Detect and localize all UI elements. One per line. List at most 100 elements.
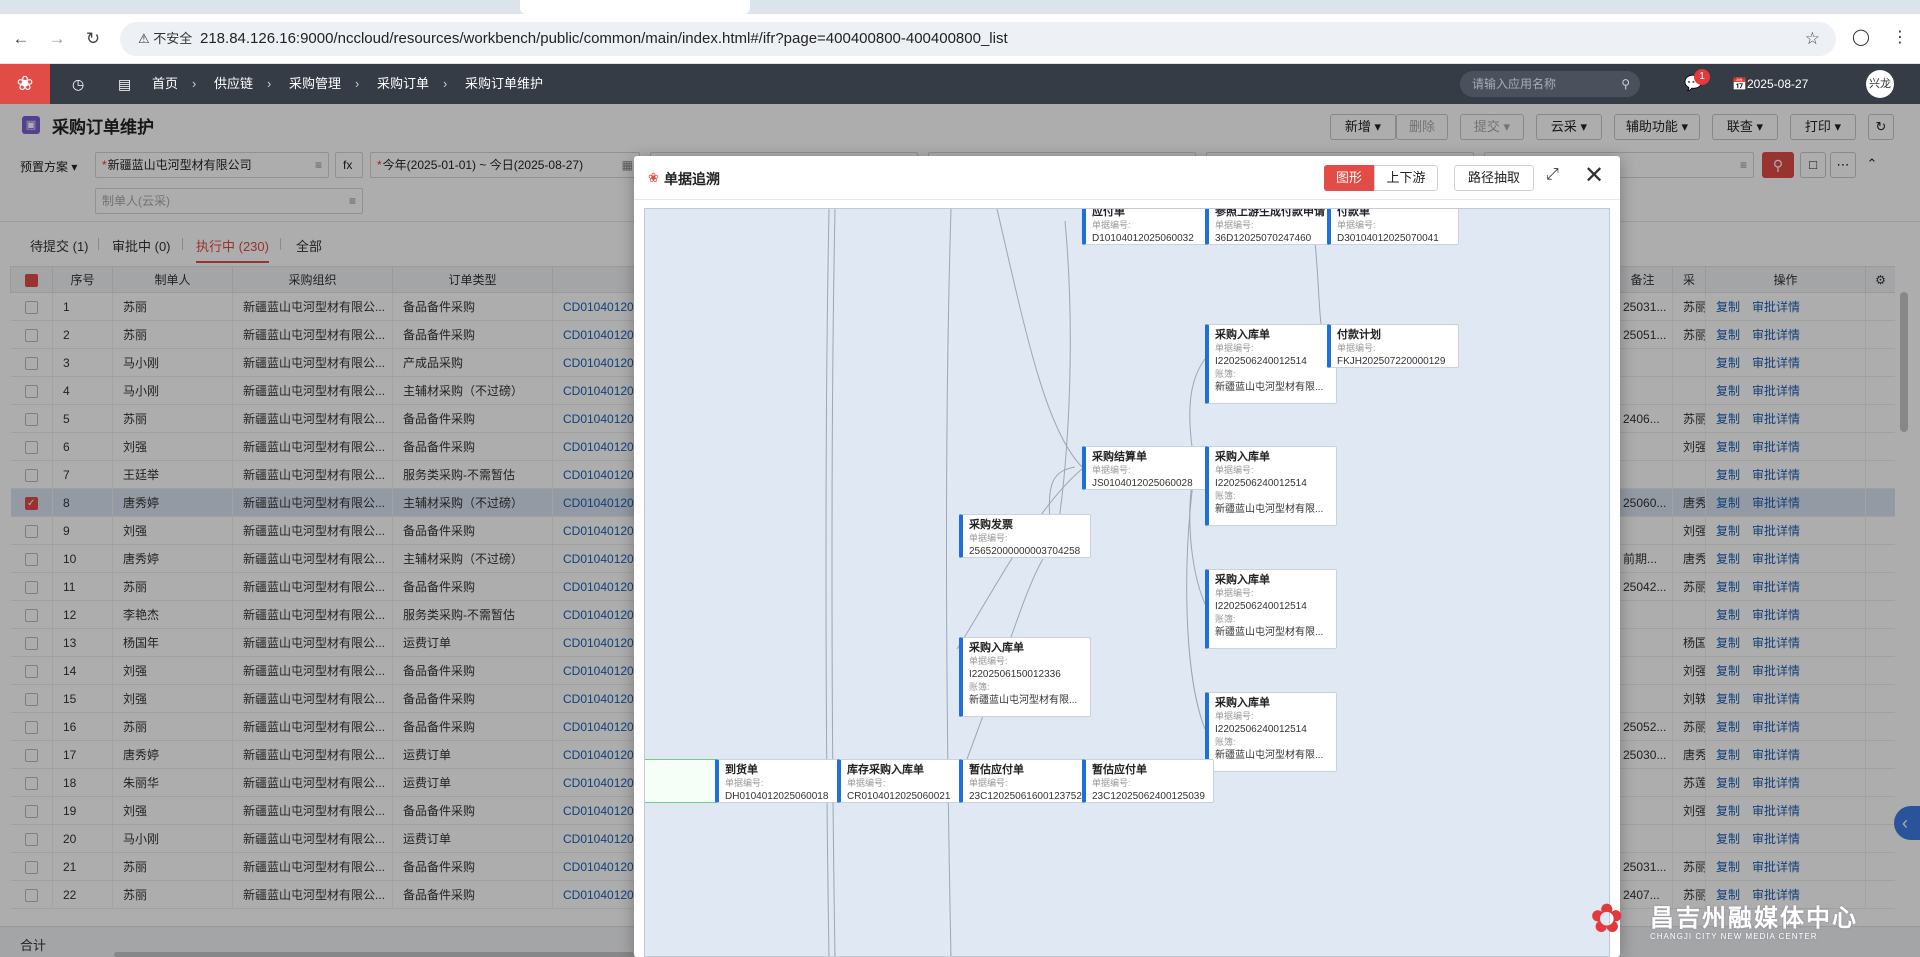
browser-tab[interactable] [40, 0, 270, 14]
app-search-input[interactable]: 请输入应用名称 ⚲ [1460, 71, 1640, 97]
trace-node-title: 付款单 [1337, 208, 1370, 218]
trace-node-code-label: 单据编号: [1337, 343, 1376, 353]
reload-icon[interactable]: ↻ [80, 26, 106, 52]
trace-node-code: 25652000000003704258 [969, 546, 1081, 557]
trace-node[interactable]: 付款单单据编号: D30104012025070041 [1327, 208, 1459, 245]
trace-node-code-label: 单据编号: [969, 778, 1008, 788]
trace-node-title: 暂估应付单 [1092, 764, 1147, 776]
trace-edge [996, 209, 1083, 468]
trace-node-code: JS0104012025060028 [1092, 478, 1193, 489]
trace-node-book-label: 账簿: [1215, 369, 1236, 379]
trace-node-code-label: 单据编号: [1215, 465, 1254, 475]
trace-node[interactable]: 采购发票单据编号: 25652000000003704258 [959, 514, 1091, 558]
trace-node-title: 采购入库单 [1215, 451, 1270, 463]
trace-node[interactable]: 采购入库单 单据编号: I2202506240012514 账簿: 新疆蓝山屯河型材有限… [1205, 446, 1337, 526]
trace-node[interactable]: 采购入库单 单据编号: I2202506240012514 账簿: 新疆蓝山屯河型材有限… [1205, 692, 1337, 772]
trace-node-title: 采购入库单 [1215, 574, 1270, 586]
breadcrumb-purchase-order[interactable]: 采购订单 [377, 76, 429, 91]
trace-node-code: I2202506150012336 [969, 669, 1061, 680]
trace-node-code-label: 单据编号: [1092, 465, 1131, 475]
trace-edge [831, 209, 836, 956]
trace-node[interactable]: 采购入库单 单据编号: I2202506150012336 账簿: 新疆蓝山屯河型材有限… [959, 637, 1091, 717]
trace-node[interactable]: 参照上游生成付款申请 单据编号: 36D12025070247460 [1205, 209, 1337, 245]
trace-node-code-label: 单据编号: [1337, 220, 1376, 230]
close-icon[interactable]: ✕ [1584, 161, 1604, 190]
trace-node[interactable]: 应付单 单据编号: D10104012025060032 [1082, 209, 1214, 245]
notify-badge: 1 [1694, 69, 1710, 85]
watermark-sub: CHANGJI CITY NEW MEDIA CENTER [1650, 932, 1818, 941]
profile-icon[interactable]: ◯ [1852, 27, 1870, 47]
trace-node[interactable]: 采购入库单 单据编号: I2202506240012514 账簿: 新疆蓝山屯河型材有限… [1205, 569, 1337, 649]
trace-node-title: 采购入库单 [1215, 697, 1270, 709]
path-extract-button[interactable]: 路径抽取 [1454, 165, 1534, 191]
trace-edge [956, 468, 1083, 650]
browser-tab[interactable] [1000, 0, 1230, 14]
avatar[interactable]: 兴龙 [1866, 70, 1894, 98]
trace-node-book-label: 账簿: [1215, 614, 1236, 624]
trace-node-title: 暂估应付单 [969, 764, 1024, 776]
trace-node[interactable]: 暂估应付单 单据编号: 23C12025061600123752 [959, 759, 1091, 803]
trace-node[interactable]: 采购入库单 单据编号: I2202506240012514 账簿: 新疆蓝山屯河型材有限… [1205, 324, 1337, 404]
trace-node-title: 采购结算单 [1092, 451, 1147, 463]
browser-tab[interactable] [280, 0, 510, 14]
trace-graph-canvas[interactable]: 应付单 单据编号: D10104012025060032 参照上游生成付款申请 单据编号… [644, 208, 1610, 957]
browser-menu-icon[interactable]: ⋮ [1892, 27, 1908, 47]
trace-node-code: 36D12025070247460 [1215, 233, 1312, 244]
address-bar[interactable]: ⚠ 不安全 218.84.126.16:9000/nccloud/resourc… [120, 22, 1836, 56]
trace-node-code: 25060017 [645, 763, 716, 776]
trace-node[interactable]: 25060017 [645, 759, 717, 803]
trace-node[interactable]: 暂估应付单单据编号: 23C12025062400125039 [1082, 759, 1214, 803]
trace-node-code-label: 单据编号: [1215, 711, 1254, 721]
trace-modal: ❀ 单据追溯 图形 上下游 路径抽取 ⤢ ✕ 应付单 单据编号: D10104012… [634, 156, 1620, 957]
trace-node-title: 采购入库单 [1215, 329, 1270, 341]
trace-node-code: I2202506240012514 [1215, 724, 1307, 735]
trace-node-code: I2202506240012514 [1215, 356, 1307, 367]
business-date[interactable]: 📅2025-08-27 [1732, 64, 1808, 104]
trace-node[interactable]: 采购结算单单据编号: JS0104012025060028 [1082, 446, 1214, 490]
app-logo-icon[interactable]: ❀ [0, 64, 50, 104]
trace-node-code: D30104012025070041 [1337, 233, 1439, 244]
trace-node-title: 付款计划 [1337, 329, 1381, 341]
trace-node-code: I2202506240012514 [1215, 601, 1307, 612]
tab-upstream-downstream[interactable]: 上下游 [1374, 165, 1438, 191]
trace-node-code-label: 单据编号: [1215, 588, 1254, 598]
watermark: ✿ 昌吉州融媒体中心 CHANGJI CITY NEW MEDIA CENTER [1590, 896, 1910, 956]
fullscreen-icon[interactable]: ⤢ [1546, 166, 1559, 184]
trace-node[interactable]: 到货单 单据编号: DH0104012025060018 [715, 759, 847, 803]
breadcrumb-home[interactable]: 首页 [152, 76, 178, 91]
trace-node-code-label: 单据编号: [1092, 220, 1131, 230]
browser-tab-active[interactable] [520, 0, 750, 14]
watermark-name: 昌吉州融媒体中心 [1650, 905, 1858, 932]
trace-edge [825, 209, 830, 956]
trace-node-book: 新疆蓝山屯河型材有限... [1215, 382, 1324, 393]
browser-tab[interactable] [760, 0, 990, 14]
trace-edge [946, 209, 952, 956]
document-icon[interactable]: ▤ [118, 64, 131, 104]
browser-tabstrip [0, 0, 1920, 14]
trace-node-title: 采购发票 [969, 519, 1013, 531]
trace-node-code: D10104012025060032 [1092, 233, 1194, 244]
breadcrumb-supply-chain[interactable]: 供应链 [214, 76, 253, 91]
trace-node-code-label: 单据编号: [1215, 220, 1254, 230]
back-icon[interactable]: ← [8, 26, 34, 52]
trace-node-code-label: 单据编号: [969, 656, 1008, 666]
url-text[interactable]: 218.84.126.16:9000/nccloud/resources/wor… [200, 22, 1008, 56]
forward-icon[interactable]: → [44, 26, 70, 52]
breadcrumb-purchase-mgmt[interactable]: 采购管理 [289, 76, 341, 91]
modal-title: 单据追溯 [664, 171, 720, 187]
tab-graph[interactable]: 图形 [1324, 165, 1374, 191]
trace-node-code: 23C12025062400125039 [1092, 791, 1205, 802]
trace-node[interactable]: 库存采购入库单 单据编号: CR0104012025060021 [837, 759, 969, 803]
watermark-logo-icon: ✿ [1590, 897, 1624, 941]
trace-node[interactable]: 付款计划 单据编号: FKJH202507220000129 [1327, 324, 1459, 368]
history-icon[interactable]: ◷ [72, 64, 84, 104]
trace-node-code-label: 单据编号: [969, 533, 1008, 543]
bookmark-star-icon[interactable]: ☆ [1805, 22, 1820, 56]
search-icon[interactable]: ⚲ [1621, 71, 1630, 97]
trace-node-code: I2202506240012514 [1215, 478, 1307, 489]
trace-node-book: 新疆蓝山屯河型材有限... [1215, 750, 1324, 761]
trace-node-code-label: 单据编号: [1092, 778, 1131, 788]
security-warning[interactable]: ⚠ 不安全 [138, 22, 192, 56]
trace-node-book-label: 账簿: [969, 682, 990, 692]
trace-node-code-label: 单据编号: [725, 778, 764, 788]
